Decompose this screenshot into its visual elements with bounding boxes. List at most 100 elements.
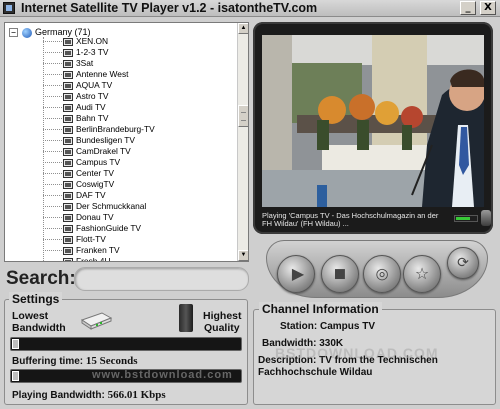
tv-channel-icon (63, 170, 73, 178)
bandwidth-slider[interactable] (10, 337, 242, 351)
tv-channel-icon (63, 93, 73, 101)
channel-label: Bundesligen TV (76, 135, 135, 145)
star-icon: ☆ (414, 264, 430, 283)
channel-item[interactable]: Audi TV (43, 102, 155, 113)
channel-item[interactable]: XEN.ON (43, 36, 155, 47)
channel-label: 1-2-3 TV (76, 47, 109, 57)
tv-channel-icon (63, 247, 73, 255)
tv-channel-icon (63, 258, 73, 261)
globe-icon (22, 27, 32, 38)
channel-label: Franken TV (76, 245, 120, 255)
search-label: Search: (6, 268, 76, 289)
tv-channel-icon (63, 148, 73, 156)
server-tower-icon (179, 304, 193, 332)
tv-channel-icon (63, 49, 73, 57)
channel-item[interactable]: CamDrakel TV (43, 146, 155, 157)
channel-label: Der Schmuckkanal (76, 201, 147, 211)
video-display[interactable] (262, 35, 484, 207)
bandwidth-label: Bandwidth (12, 322, 66, 334)
tv-channel-icon (63, 60, 73, 68)
tv-channel-icon (63, 71, 73, 79)
channel-item[interactable]: DAF TV (43, 190, 155, 201)
minimize-button[interactable]: _ (460, 1, 476, 15)
play-button[interactable]: ▶ (277, 255, 315, 293)
highest-label: Highest (203, 310, 242, 322)
channel-item[interactable]: BerlinBrandeburg-TV (43, 124, 155, 135)
scroll-thumb[interactable] (238, 105, 248, 127)
tree-branch-line (43, 107, 62, 108)
channel-label: Audi TV (76, 102, 106, 112)
close-button[interactable]: X (480, 1, 496, 15)
tv-channel-icon (63, 82, 73, 90)
channel-item[interactable]: Bahn TV (43, 113, 155, 124)
tree-branch-line (43, 217, 62, 218)
tree-branch-line (43, 173, 62, 174)
channel-label: 3Sat (76, 58, 94, 68)
channel-tree[interactable]: − Germany (71) XEN.ON 1-2-3 TV 3Sat Antenne … (4, 22, 249, 262)
modem-icon (80, 312, 113, 330)
channel-item[interactable]: Bundesligen TV (43, 135, 155, 146)
channel-item[interactable]: CoswigTV (43, 179, 155, 190)
tree-branch-line (43, 140, 62, 141)
quality-label: Quality (204, 322, 240, 334)
now-playing-text: Playing 'Campus TV - Das Hochschulmagazi… (262, 212, 439, 228)
channel-item[interactable]: Flott-TV (43, 234, 155, 245)
tree-branch-line (43, 195, 62, 196)
channel-item[interactable]: Donau TV (43, 212, 155, 223)
channel-list: XEN.ON 1-2-3 TV 3Sat Antenne West AQUA TV Ast… (43, 36, 155, 261)
channel-item[interactable]: Astro TV (43, 91, 155, 102)
tree-scrollbar[interactable]: ▲ ▼ (237, 23, 248, 261)
scroll-up-button[interactable]: ▲ (238, 23, 248, 34)
channel-item[interactable]: Fresh 4U (43, 256, 155, 261)
channel-label: AQUA TV (76, 80, 113, 90)
channel-label: CoswigTV (76, 179, 115, 189)
tree-branch-line (43, 63, 62, 64)
channel-item[interactable]: 1-2-3 TV (43, 47, 155, 58)
channel-item[interactable]: Franken TV (43, 245, 155, 256)
station-value: Campus TV (320, 321, 376, 332)
video-frame: Playing 'Campus TV - Das Hochschulmagazi… (253, 22, 493, 234)
buffering-slider-knob[interactable] (12, 371, 19, 381)
volume-knob[interactable] (481, 210, 491, 226)
channel-label: Fresh 4U (76, 256, 111, 261)
window-title: Internet Satellite TV Player v1.2 - isat… (21, 1, 318, 15)
channel-label: Campus TV (76, 157, 121, 167)
channel-item[interactable]: AQUA TV (43, 80, 155, 91)
tree-branch-line (43, 151, 62, 152)
play-icon: ▶ (291, 264, 305, 283)
tv-channel-icon (63, 225, 73, 233)
channel-label: BerlinBrandeburg-TV (76, 124, 155, 134)
channel-item[interactable]: FashionGuide TV (43, 223, 155, 234)
channel-item[interactable]: Antenne West (43, 69, 155, 80)
tree-branch-line (43, 162, 62, 163)
search-input[interactable] (74, 267, 249, 291)
tree-branch-line (43, 206, 62, 207)
record-button[interactable]: ◎ (363, 255, 401, 293)
channel-info-title: Channel Information (259, 302, 382, 316)
tv-channel-icon (63, 38, 73, 46)
favorite-button[interactable]: ☆ (403, 255, 441, 293)
channel-label: Antenne West (76, 69, 129, 79)
buffering-value: 15 Seconds (85, 355, 138, 367)
channel-label: FashionGuide TV (76, 223, 142, 233)
stop-button[interactable]: ■ (321, 255, 359, 293)
record-icon: ◎ (375, 264, 389, 283)
refresh-icon: ⟳ (457, 255, 469, 271)
channel-item[interactable]: Center TV (43, 168, 155, 179)
channel-item[interactable]: Der Schmuckkanal (43, 201, 155, 212)
bandwidth-slider-knob[interactable] (12, 339, 19, 349)
lowest-label: Lowest (12, 310, 49, 322)
collapse-icon[interactable]: − (9, 28, 18, 38)
tree-branch-line (43, 118, 62, 119)
tree-branch-line (43, 85, 62, 86)
tv-channel-icon (63, 192, 73, 200)
scroll-down-button[interactable]: ▼ (238, 250, 248, 261)
channel-item[interactable]: 3Sat (43, 58, 155, 69)
tv-channel-icon (63, 159, 73, 167)
channel-item[interactable]: Campus TV (43, 157, 155, 168)
tv-channel-icon (63, 181, 73, 189)
buffering-time: Buffering time: 15 Seconds (12, 355, 138, 367)
station-row: Station: Campus TV (280, 321, 376, 332)
tv-channel-icon (63, 104, 73, 112)
refresh-button[interactable]: ⟳ (447, 247, 479, 279)
